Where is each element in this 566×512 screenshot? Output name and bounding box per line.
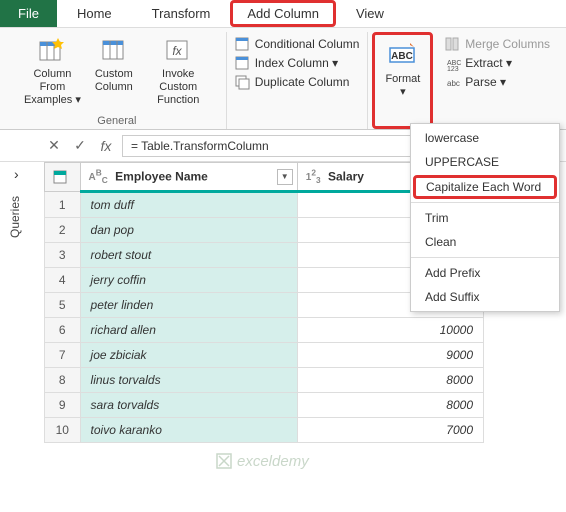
tab-view[interactable]: View [336,0,404,27]
row-number: 10 [45,418,81,443]
fx-icon[interactable]: fx [96,136,116,156]
svg-text:123: 123 [447,66,459,71]
table-row[interactable]: 10 toivo karanko 7000 [45,418,484,443]
row-number: 6 [45,318,81,343]
cell-name[interactable]: richard allen [80,318,297,343]
format-button-highlight: ABC Format ▾ [372,32,433,129]
row-number: 9 [45,393,81,418]
cell-salary[interactable]: 9000 [297,343,483,368]
merge-columns-button[interactable]: Merge Columns [445,36,550,52]
cell-name[interactable]: joe zbiciak [80,343,297,368]
row-number: 2 [45,218,81,243]
menu-trim[interactable]: Trim [411,206,559,230]
accept-icon[interactable]: ✓ [70,136,90,156]
column-filter-name[interactable]: ▼ [277,169,293,185]
table-row[interactable]: 9 sara torvalds 8000 [45,393,484,418]
tab-transform[interactable]: Transform [132,0,231,27]
watermark: exceldemy [215,452,309,470]
cell-name[interactable]: jerry coffin [80,268,297,293]
table-icon [98,34,130,66]
queries-label: Queries [8,196,22,238]
type-number-icon: 123 [306,172,321,183]
ribbon-group-label-general: General [97,115,136,129]
menu-separator [411,257,559,258]
cell-salary[interactable]: 8000 [297,368,483,393]
ribbon-content: Column From Examples ▾ Custom Column fx … [0,28,566,130]
parse-button[interactable]: abc Parse ▾ [445,74,550,90]
type-text-icon: ABC [89,172,108,183]
menu-lowercase[interactable]: lowercase [411,126,559,150]
menu-clean[interactable]: Clean [411,230,559,254]
tab-file[interactable]: File [0,0,57,27]
cancel-icon[interactable]: ✕ [44,136,64,156]
cell-name[interactable]: sara torvalds [80,393,297,418]
table-row[interactable]: 6 richard allen 10000 [45,318,484,343]
menu-add-suffix[interactable]: Add Suffix [411,285,559,309]
cell-name[interactable]: linus torvalds [80,368,297,393]
svg-text:fx: fx [173,44,183,58]
cell-salary[interactable]: 7000 [297,418,483,443]
ribbon-tabs: File Home Transform Add Column View [0,0,566,28]
row-number: 4 [45,268,81,293]
function-icon: fx [162,34,194,66]
queries-sidebar[interactable]: Queries [0,160,30,500]
cell-salary[interactable]: 10000 [297,318,483,343]
row-number: 1 [45,192,81,218]
column-from-examples-button[interactable]: Column From Examples ▾ [16,32,89,110]
row-number: 7 [45,343,81,368]
cell-name[interactable]: tom duff [80,192,297,218]
row-number: 5 [45,293,81,318]
custom-column-button[interactable]: Custom Column [89,32,139,110]
format-dropdown: lowercase UPPERCASE Capitalize Each Word… [410,123,560,312]
column-header-name[interactable]: ABC Employee Name ▼ [80,163,297,192]
cell-name[interactable]: toivo karanko [80,418,297,443]
table-star-icon [36,34,68,66]
duplicate-icon [235,74,251,90]
format-button[interactable]: ABC Format ▾ [379,37,426,101]
parse-icon: abc [445,74,461,90]
menu-capitalize-each-word[interactable]: Capitalize Each Word [413,175,557,199]
extract-button[interactable]: ABC123 Extract ▾ [445,55,550,71]
conditional-column-button[interactable]: Conditional Column [235,36,360,52]
format-abc-icon: ABC [387,39,419,71]
table-row[interactable]: 8 linus torvalds 8000 [45,368,484,393]
svg-text:ABC: ABC [391,51,413,62]
svg-text:abc: abc [447,79,460,88]
row-number: 8 [45,368,81,393]
merge-icon [445,36,461,52]
duplicate-column-button[interactable]: Duplicate Column [235,74,360,90]
column-commands: Conditional Column Index Column ▾ Duplic… [227,32,368,129]
cell-name[interactable]: robert stout [80,243,297,268]
ribbon-group-general: Column From Examples ▾ Custom Column fx … [8,32,227,129]
row-number: 3 [45,243,81,268]
invoke-custom-function-button[interactable]: fx Invoke Custom Function [139,32,218,110]
extract-icon: ABC123 [445,55,461,71]
menu-add-prefix[interactable]: Add Prefix [411,261,559,285]
index-column-button[interactable]: Index Column ▾ [235,55,360,71]
menu-separator [411,202,559,203]
cell-name[interactable]: peter linden [80,293,297,318]
tab-home[interactable]: Home [57,0,132,27]
conditional-icon [235,36,251,52]
text-commands: Merge Columns ABC123 Extract ▾ abc Parse… [437,32,558,129]
index-icon [235,55,251,71]
cell-salary[interactable]: 8000 [297,393,483,418]
table-row[interactable]: 7 joe zbiciak 9000 [45,343,484,368]
menu-uppercase[interactable]: UPPERCASE [411,150,559,174]
cell-name[interactable]: dan pop [80,218,297,243]
table-corner[interactable] [45,163,81,192]
tab-add-column[interactable]: Add Column [230,0,336,27]
